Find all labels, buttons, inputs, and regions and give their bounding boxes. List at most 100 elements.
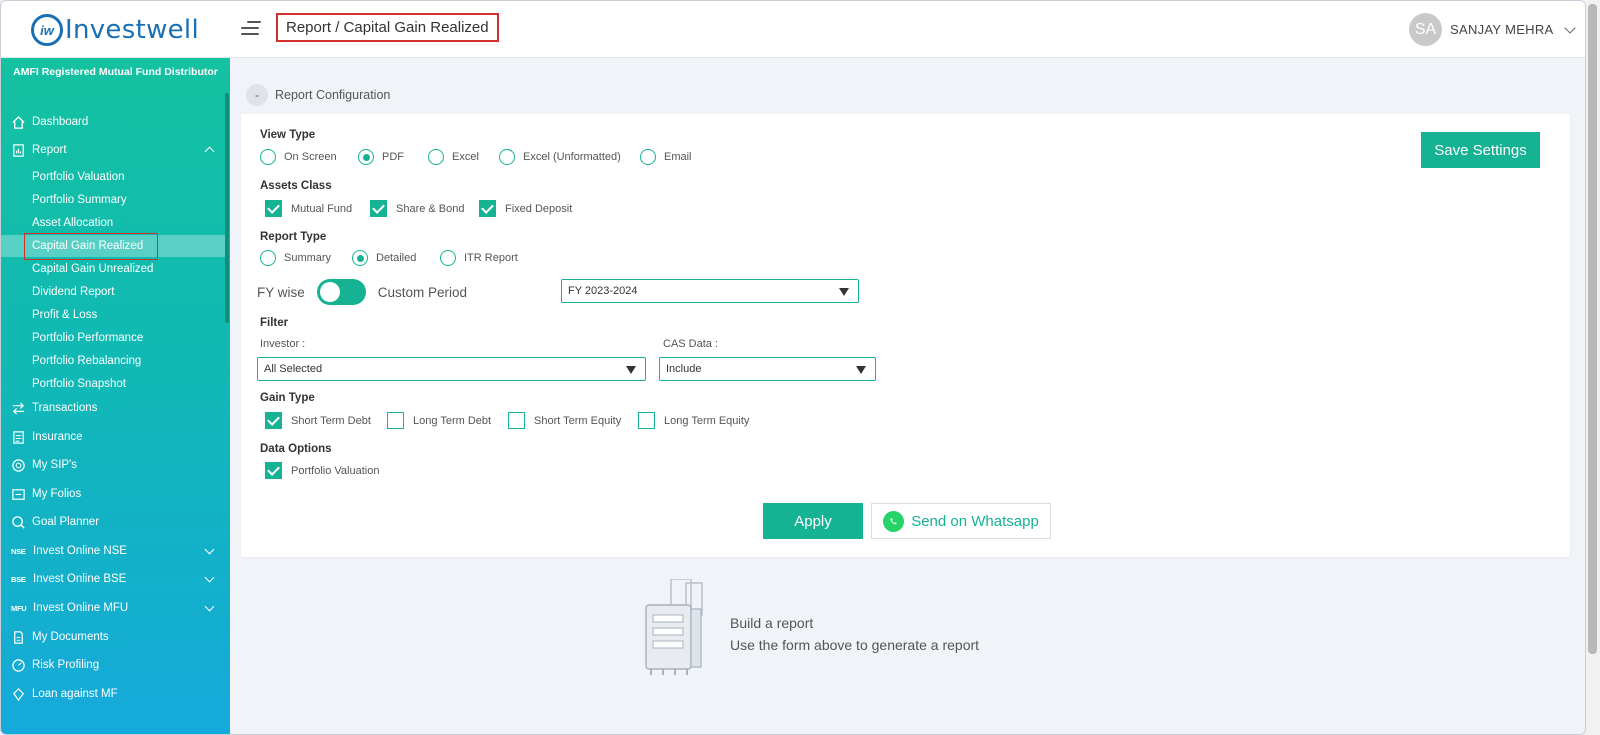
- view-type-pdf[interactable]: PDF: [358, 149, 404, 165]
- data-option-portfolio-valuation[interactable]: Portfolio Valuation: [265, 462, 379, 479]
- view-type-label: View Type: [260, 129, 316, 141]
- sidebar-item-goal-planner[interactable]: Goal Planner: [1, 510, 225, 534]
- option-label: Long Term Debt: [413, 414, 492, 427]
- sidebar-item-dashboard[interactable]: Dashboard: [1, 110, 225, 134]
- radio-checked-icon: [358, 149, 374, 165]
- sidebar-subitem-profit-loss[interactable]: Profit & Loss: [1, 304, 225, 326]
- sidebar-item-my-documents[interactable]: My Documents: [1, 625, 225, 649]
- report-type-detailed[interactable]: Detailed: [352, 250, 416, 266]
- sidebar-item-label: Invest Online NSE: [33, 545, 127, 557]
- view-type-excel[interactable]: Excel: [428, 149, 479, 165]
- empty-state-title: Build a report: [730, 615, 814, 631]
- gain-long-term-equity[interactable]: Long Term Equity: [638, 412, 749, 429]
- sidebar-subitem-capital-gain-realized[interactable]: Capital Gain Realized: [1, 233, 225, 260]
- report-icon: [11, 143, 26, 158]
- gain-short-term-debt[interactable]: Short Term Debt: [265, 412, 371, 429]
- report-config-card: Save Settings View Type On Screen PDF Ex…: [241, 114, 1570, 557]
- sidebar-item-report[interactable]: Report: [1, 138, 225, 162]
- sidebar-scrollbar[interactable]: [225, 93, 229, 323]
- sidebar-item-my-sips[interactable]: My SIP's: [1, 453, 225, 477]
- sidebar-item-invest-bse[interactable]: BSE Invest Online BSE: [1, 567, 225, 591]
- option-label: Share & Bond: [396, 202, 465, 215]
- radio-icon: [499, 149, 515, 165]
- option-label: Portfolio Valuation: [291, 464, 380, 477]
- sip-icon: [11, 458, 26, 473]
- sidebar-item-label: Insurance: [32, 431, 83, 443]
- sidebar-item-loan-against-mf[interactable]: Loan against MF: [1, 682, 225, 706]
- send-whatsapp-button[interactable]: Send on Whatsapp: [871, 503, 1051, 539]
- checkbox-checked-icon: [479, 200, 496, 217]
- logo-mark-icon: iw: [31, 14, 63, 46]
- sidebar-item-insurance[interactable]: Insurance: [1, 425, 225, 449]
- sidebar-item-label: Loan against MF: [32, 688, 118, 700]
- sidebar-item-label: My Documents: [32, 631, 109, 643]
- save-settings-button[interactable]: Save Settings: [1421, 132, 1540, 168]
- chevron-down-icon: [1563, 21, 1576, 34]
- asset-fixed-deposit[interactable]: Fixed Deposit: [479, 200, 572, 217]
- sidebar-subitem-dividend-report[interactable]: Dividend Report: [1, 281, 225, 303]
- sidebar-item-label: My Folios: [32, 488, 82, 500]
- dropdown-arrow-icon: [839, 288, 849, 296]
- sidebar-item-my-folios[interactable]: My Folios: [1, 482, 225, 506]
- option-label: Mutual Fund: [291, 202, 353, 215]
- document-icon: [11, 630, 26, 645]
- gain-long-term-debt[interactable]: Long Term Debt: [387, 412, 491, 429]
- view-type-excel-unformatted[interactable]: Excel (Unformatted): [499, 149, 621, 165]
- option-label: Fixed Deposit: [505, 202, 573, 215]
- chevron-down-icon: [204, 544, 215, 555]
- report-illustration-icon: [645, 579, 703, 675]
- sidebar-subitem-portfolio-snapshot[interactable]: Portfolio Snapshot: [1, 373, 225, 395]
- report-config-toggle[interactable]: - Report Configuration: [246, 83, 390, 107]
- bse-badge-icon: BSE: [11, 574, 26, 584]
- gain-type-label: Gain Type: [260, 392, 315, 404]
- sidebar-subitem-portfolio-rebalancing[interactable]: Portfolio Rebalancing: [1, 350, 225, 372]
- sidebar-item-label: Transactions: [32, 402, 98, 414]
- sidebar-subitem-portfolio-valuation[interactable]: Portfolio Valuation: [1, 166, 225, 188]
- mfu-badge-icon: MFU: [11, 603, 27, 613]
- user-menu[interactable]: SA SANJAY MEHRA: [1409, 13, 1576, 46]
- option-label: PDF: [382, 151, 404, 163]
- sidebar-item-transactions[interactable]: Transactions: [1, 396, 225, 420]
- view-type-email[interactable]: Email: [640, 149, 692, 165]
- period-toggle-switch[interactable]: [316, 279, 366, 305]
- sidebar-item-invest-mfu[interactable]: MFU Invest Online MFU: [1, 596, 225, 620]
- loan-icon: [11, 687, 26, 702]
- checkbox-icon: [387, 412, 404, 429]
- option-label: ITR Report: [464, 252, 518, 264]
- custom-period-label: Custom Period: [377, 284, 468, 300]
- risk-icon: [11, 658, 26, 673]
- option-label: Email: [664, 151, 692, 163]
- nse-badge-icon: NSE: [11, 546, 26, 556]
- sidebar-item-invest-nse[interactable]: NSE Invest Online NSE: [1, 539, 225, 563]
- apply-button[interactable]: Apply: [763, 503, 863, 539]
- collapse-icon: -: [246, 84, 268, 106]
- breadcrumb: Report / Capital Gain Realized: [276, 13, 499, 42]
- fy-wise-label: FY wise: [257, 284, 305, 300]
- radio-checked-icon: [352, 250, 368, 266]
- sidebar-item-label: Invest Online BSE: [33, 573, 127, 585]
- page-scrollbar[interactable]: [1586, 0, 1600, 735]
- asset-mutual-fund[interactable]: Mutual Fund: [265, 200, 352, 217]
- fy-select[interactable]: FY 2023-2024: [561, 279, 859, 303]
- data-options-label: Data Options: [260, 443, 332, 455]
- sidebar-subitem-capital-gain-unrealized[interactable]: Capital Gain Unrealized: [1, 258, 225, 280]
- report-type-itr[interactable]: ITR Report: [440, 250, 518, 266]
- sidebar-subitem-portfolio-performance[interactable]: Portfolio Performance: [1, 327, 225, 349]
- investor-select[interactable]: All Selected: [257, 357, 646, 381]
- menu-toggle-icon[interactable]: [241, 21, 261, 39]
- asset-share-bond[interactable]: Share & Bond: [370, 200, 465, 217]
- report-type-label: Report Type: [260, 231, 327, 243]
- radio-icon: [640, 149, 656, 165]
- sidebar-item-risk-profiling[interactable]: Risk Profiling: [1, 653, 225, 677]
- sidebar-tagline: AMFI Registered Mutual Fund Distributor: [13, 66, 218, 78]
- logo[interactable]: iw Investwell: [31, 13, 199, 47]
- highlight-box: [24, 233, 158, 260]
- sidebar-subitem-asset-allocation[interactable]: Asset Allocation: [1, 212, 225, 234]
- gain-short-term-equity[interactable]: Short Term Equity: [508, 412, 621, 429]
- sidebar-subitem-portfolio-summary[interactable]: Portfolio Summary: [1, 189, 225, 211]
- report-type-summary[interactable]: Summary: [260, 250, 331, 266]
- view-type-on-screen[interactable]: On Screen: [260, 149, 337, 165]
- cas-data-select[interactable]: Include: [659, 357, 876, 381]
- scrollbar-thumb[interactable]: [1588, 4, 1597, 654]
- period-toggle-row: FY wise Custom Period: [257, 278, 467, 306]
